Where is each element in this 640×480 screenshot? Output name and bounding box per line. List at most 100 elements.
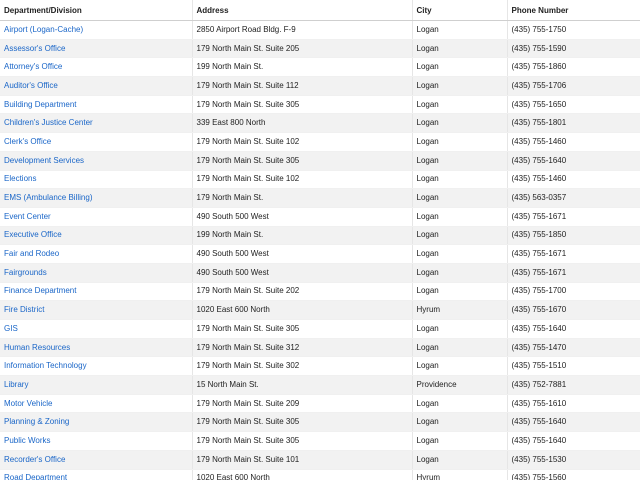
city-cell: Logan	[411, 39, 507, 59]
department-link[interactable]: Event Center	[4, 212, 51, 221]
city-cell: Hyrum	[411, 300, 507, 320]
department-cell: Human Resources	[0, 338, 192, 358]
department-link[interactable]: Road Department	[4, 473, 67, 480]
city-cell: Logan	[411, 338, 507, 358]
department-link[interactable]: Clerk's Office	[4, 137, 51, 146]
city-cell: Logan	[411, 450, 507, 470]
address-cell: 179 North Main St. Suite 202	[191, 282, 412, 302]
table-row: Building Department 179 North Main St. Su…	[0, 95, 640, 115]
address-cell: 179 North Main St. Suite 305	[191, 95, 412, 115]
city-cell: Logan	[411, 412, 507, 433]
address-cell: 1020 East 600 North	[191, 300, 412, 320]
city-cell: Hyrum	[411, 469, 507, 480]
department-link[interactable]: Planning & Zoning	[4, 417, 69, 426]
city-cell: Logan	[411, 226, 507, 246]
table-row: Elections 179 North Main St. Suite 102 Log…	[0, 170, 640, 190]
phone-cell: (435) 755-1610	[506, 394, 640, 414]
table-row: Library 15 North Main St. Providence (435) …	[0, 375, 640, 395]
table-row: Clerk's Office 179 North Main St. Suite 1…	[0, 132, 640, 152]
department-link[interactable]: Development Services	[4, 156, 84, 165]
department-link[interactable]: Airport (Logan-Cache)	[4, 25, 83, 34]
table-body: Airport (Logan-Cache) 2850 Airport Road B…	[0, 20, 640, 480]
table-row: Event Center 490 South 500 West Logan (435)…	[0, 207, 640, 227]
phone-cell: (435) 755-1590	[506, 39, 640, 59]
address-cell: 179 North Main St. Suite 305	[191, 151, 412, 171]
department-link[interactable]: Library	[4, 380, 28, 389]
table-row: Planning & Zoning 179 North Main St. Suit…	[0, 412, 640, 433]
phone-cell: (435) 755-1460	[506, 170, 640, 190]
department-cell: Executive Office	[0, 226, 192, 246]
department-link[interactable]: Information Technology	[4, 361, 87, 370]
phone-cell: (435) 755-1560	[506, 469, 640, 480]
table-row: Development Services 179 North Main St. S…	[0, 151, 640, 171]
department-link[interactable]: GIS	[4, 324, 18, 333]
phone-cell: (435) 755-1530	[506, 450, 640, 470]
department-link[interactable]: Building Department	[4, 100, 76, 109]
department-link[interactable]: Fire District	[4, 305, 44, 314]
header-city: City	[411, 0, 507, 21]
department-link[interactable]: Auditor's Office	[4, 81, 58, 90]
address-cell: 179 North Main St. Suite 112	[191, 76, 412, 96]
phone-cell: (435) 563-0357	[506, 188, 640, 208]
table-row: Recorder's Office 179 North Main St. Suit…	[0, 450, 640, 470]
header-department: Department/Division	[0, 0, 192, 21]
city-cell: Logan	[411, 132, 507, 152]
department-link[interactable]: EMS (Ambulance Billing)	[4, 193, 92, 202]
department-link[interactable]: Assessor's Office	[4, 44, 65, 53]
address-cell: 179 North Main St. Suite 209	[191, 394, 412, 414]
city-cell: Logan	[411, 76, 507, 96]
table-row: Fairgrounds 490 South 500 West Logan (435) …	[0, 263, 640, 283]
address-cell: 179 North Main St.	[191, 188, 412, 208]
department-link[interactable]: Motor Vehicle	[4, 399, 52, 408]
address-cell: 179 North Main St. Suite 102	[191, 170, 412, 190]
table-row: Fire District 1020 East 600 North Hyrum (43…	[0, 300, 640, 320]
department-cell: EMS (Ambulance Billing)	[0, 188, 192, 208]
department-cell: Elections	[0, 170, 192, 190]
address-cell: 490 South 500 West	[191, 263, 412, 283]
table-row: EMS (Ambulance Billing) 179 North Main St…	[0, 188, 640, 208]
address-cell: 1020 East 600 North	[191, 469, 412, 480]
address-cell: 339 East 800 North	[191, 113, 412, 134]
phone-cell: (435) 755-1671	[506, 263, 640, 283]
department-link[interactable]: Attorney's Office	[4, 62, 62, 71]
department-link[interactable]: Children's Justice Center	[4, 118, 93, 127]
phone-cell: (435) 755-1640	[506, 151, 640, 171]
phone-cell: (435) 755-1850	[506, 226, 640, 246]
department-cell: Recorder's Office	[0, 450, 192, 470]
department-cell: Information Technology	[0, 356, 192, 377]
phone-cell: (435) 755-1470	[506, 338, 640, 358]
header-row: Department/Division Address City Phone N…	[0, 0, 640, 21]
phone-cell: (435) 755-1670	[506, 300, 640, 320]
table-row: GIS 179 North Main St. Suite 305 Logan (435…	[0, 319, 640, 339]
table-row: Attorney's Office 199 North Main St. Logan…	[0, 57, 640, 78]
department-cell: Fairgrounds	[0, 263, 192, 283]
phone-cell: (435) 755-1801	[506, 113, 640, 134]
address-cell: 179 North Main St. Suite 305	[191, 412, 412, 433]
table-row: Executive Office 199 North Main St. Logan(…	[0, 226, 640, 246]
department-link[interactable]: Recorder's Office	[4, 455, 65, 464]
table-row: Motor Vehicle 179 North Main St. Suite 20…	[0, 394, 640, 414]
phone-cell: (435) 755-1640	[506, 319, 640, 339]
department-cell: Airport (Logan-Cache)	[0, 20, 192, 40]
department-cell: Development Services	[0, 151, 192, 171]
city-cell: Logan	[411, 188, 507, 208]
phone-cell: (435) 755-1640	[506, 412, 640, 433]
address-cell: 15 North Main St.	[191, 375, 412, 395]
address-cell: 179 North Main St. Suite 101	[191, 450, 412, 470]
city-cell: Logan	[411, 20, 507, 40]
department-link[interactable]: Elections	[4, 174, 36, 183]
department-link[interactable]: Fair and Rodeo	[4, 249, 59, 258]
city-cell: Logan	[411, 244, 507, 264]
department-link[interactable]: Fairgrounds	[4, 268, 47, 277]
city-cell: Logan	[411, 319, 507, 339]
department-link[interactable]: Human Resources	[4, 343, 70, 352]
department-link[interactable]: Public Works	[4, 436, 51, 445]
department-link[interactable]: Finance Department	[4, 286, 76, 295]
department-cell: Building Department	[0, 95, 192, 115]
address-cell: 490 South 500 West	[191, 244, 412, 264]
address-cell: 179 North Main St. Suite 305	[191, 431, 412, 451]
department-cell: Public Works	[0, 431, 192, 451]
city-cell: Logan	[411, 431, 507, 451]
department-link[interactable]: Executive Office	[4, 230, 62, 239]
address-cell: 199 North Main St.	[191, 226, 412, 246]
